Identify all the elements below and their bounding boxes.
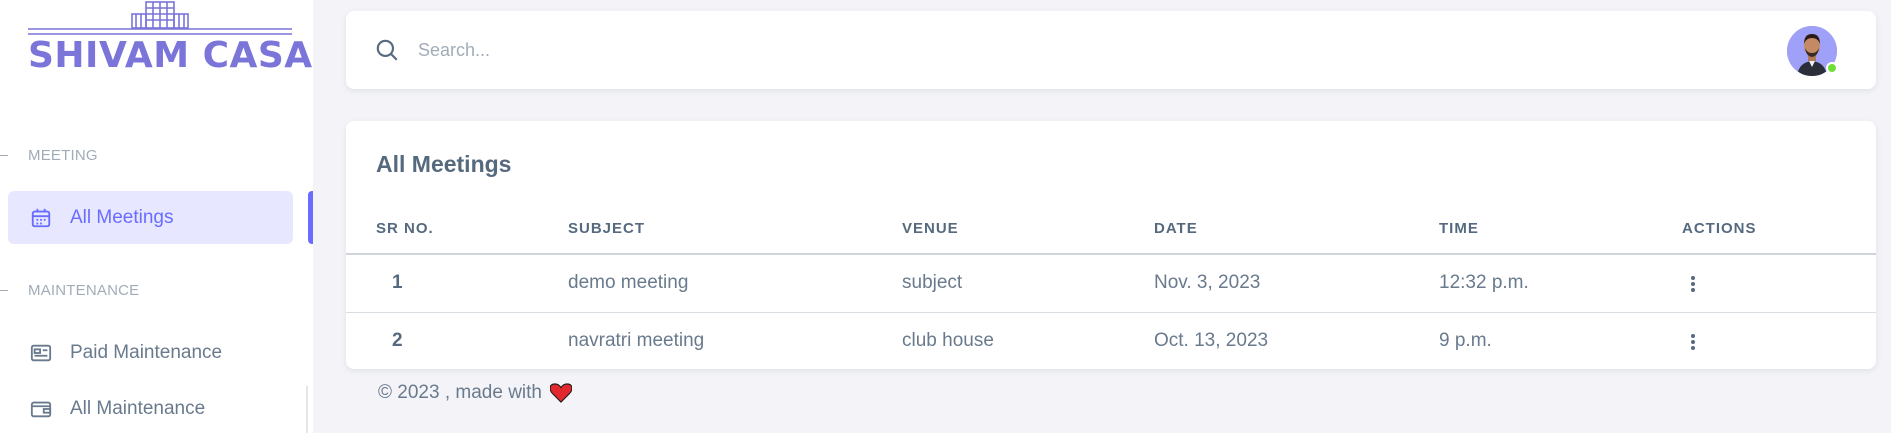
avatar[interactable]: [1787, 26, 1838, 76]
sidebar: SHIVAM CASA MEETING All Meetings MAINTEN…: [0, 0, 313, 433]
search-input[interactable]: [418, 33, 1318, 67]
search-icon[interactable]: [374, 37, 400, 63]
footer: © 2023 , made with: [378, 382, 573, 404]
cell-time: 12:32 p.m.: [1439, 272, 1529, 293]
card-title: All Meetings: [376, 151, 512, 177]
footer-text: © 2023 , made with: [378, 382, 542, 403]
cell-venue: subject: [902, 272, 963, 293]
calendar-icon: [28, 205, 54, 231]
table-row[interactable]: 1 demo meeting subject Nov. 3, 2023 12:3…: [346, 255, 1876, 311]
wallet-icon: [28, 396, 54, 422]
cell-date: Oct. 13, 2023: [1154, 330, 1269, 351]
column-header-time: TIME: [1439, 220, 1479, 237]
brand-logo[interactable]: SHIVAM CASA: [28, 0, 313, 80]
cell-venue: club house: [902, 330, 994, 351]
app: SHIVAM CASA MEETING All Meetings MAINTEN…: [0, 0, 1891, 433]
column-header-subject: SUBJECT: [568, 220, 646, 237]
row-actions-kebab-icon[interactable]: [1683, 273, 1703, 295]
column-header-venue: VENUE: [902, 220, 959, 237]
table-row[interactable]: 2 navratri meeting club house Oct. 13, 2…: [346, 313, 1876, 369]
column-header-date: DATE: [1154, 220, 1198, 237]
menu-header-dash: [0, 154, 8, 156]
sidebar-item-paid-maintenance[interactable]: Paid Maintenance: [8, 326, 293, 379]
cell-subject: demo meeting: [568, 272, 689, 293]
menu-header-label: MEETING: [28, 146, 98, 164]
heart-icon: [549, 383, 573, 403]
sidebar-item-all-meetings[interactable]: All Meetings: [8, 191, 293, 244]
cell-sr-no: 2: [392, 330, 403, 351]
id-card-icon: [28, 340, 54, 366]
top-navbar: [346, 11, 1876, 89]
menu-header-dash: [0, 289, 8, 291]
sidebar-item-label: All Maintenance: [70, 397, 206, 419]
menu-header-label: MAINTENANCE: [28, 281, 140, 299]
active-indicator: [308, 191, 313, 244]
cell-subject: navratri meeting: [568, 330, 705, 351]
cell-date: Nov. 3, 2023: [1154, 272, 1261, 293]
meetings-card: All Meetings SR NO. SUBJECT VENUE DATE T…: [346, 121, 1876, 369]
brand-name: SHIVAM CASA: [28, 35, 313, 76]
building-logo-icon: [28, 1, 292, 35]
cell-time: 9 p.m.: [1439, 330, 1492, 351]
row-actions-kebab-icon[interactable]: [1683, 331, 1703, 353]
online-status-dot: [1826, 62, 1838, 74]
sidebar-scrollbar[interactable]: [306, 386, 308, 433]
sidebar-item-label: All Meetings: [70, 206, 174, 228]
cell-sr-no: 1: [392, 272, 403, 293]
column-header-sr-no: SR NO.: [376, 220, 434, 237]
sidebar-item-all-maintenance[interactable]: All Maintenance: [8, 382, 293, 433]
menu-header-maintenance: MAINTENANCE: [0, 280, 300, 300]
column-header-actions: ACTIONS: [1682, 220, 1757, 237]
menu-header-meeting: MEETING: [0, 145, 300, 165]
sidebar-item-label: Paid Maintenance: [70, 341, 223, 363]
